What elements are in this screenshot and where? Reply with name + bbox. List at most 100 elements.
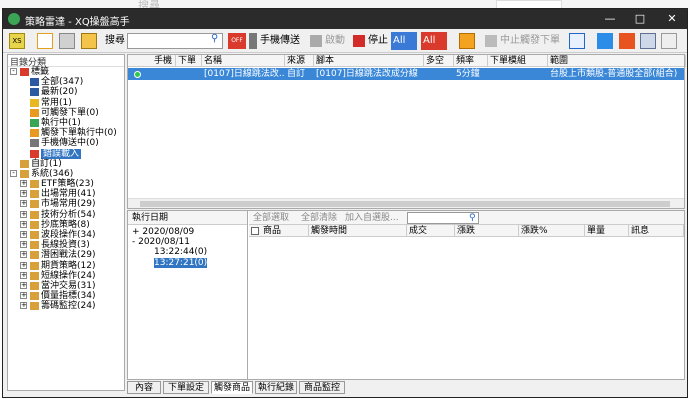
tree-item[interactable]: + ETF策略(23) [8, 179, 124, 189]
maximize-button[interactable]: □ [625, 9, 655, 29]
tree-item[interactable]: 手機傳送中(0) [8, 138, 124, 148]
execution-date-label: 2020/08/09 [142, 227, 195, 237]
close-button[interactable]: ✕ [657, 9, 687, 29]
expand-icon[interactable]: + [20, 292, 27, 300]
column-header[interactable]: 腳本 [314, 55, 424, 67]
save-icon[interactable] [640, 33, 656, 49]
tab-4[interactable]: 商品監控 [299, 381, 345, 394]
order-icon[interactable] [459, 33, 475, 49]
results-column-header[interactable]: 單量 [585, 225, 629, 237]
collapse-icon[interactable]: - [10, 68, 17, 75]
column-header[interactable]: 下單模組 [488, 55, 548, 67]
export-icon[interactable] [619, 33, 635, 49]
results-column-header[interactable]: 成交 [407, 225, 455, 237]
results-search-icon[interactable]: ⚲ [469, 211, 476, 225]
expand-icon[interactable]: + [20, 200, 27, 208]
start-all-label: All [393, 35, 406, 46]
open-folder-icon[interactable] [81, 33, 97, 49]
delete-icon[interactable] [59, 33, 75, 49]
tree-item[interactable]: + 長線投資(3) [8, 240, 124, 250]
collapse-icon[interactable]: - [10, 169, 17, 177]
select-all-button[interactable]: 全部選取 [253, 211, 289, 225]
tree-item[interactable]: + 市場常用(29) [8, 199, 124, 209]
off-toggle-icon[interactable]: OFF [228, 33, 246, 49]
tree-item[interactable]: + 當沖交易(31) [8, 281, 124, 291]
xs-script-icon[interactable]: XS [9, 33, 25, 49]
results-column-header[interactable]: 漲跌 [455, 225, 519, 237]
tab-0[interactable]: 內容 [127, 381, 161, 394]
expand-icon[interactable]: + [20, 180, 27, 188]
results-column-header[interactable]: 漲跌% [519, 225, 585, 237]
error-icon [30, 149, 39, 158]
results-column-header[interactable]: 觸發時間 [309, 225, 407, 237]
settings-icon[interactable] [661, 33, 677, 49]
stop-button[interactable]: 停止 [352, 32, 388, 50]
strategy-row[interactable]: [0107]日線跳法改... 自訂 [0107]日線跳法改成分線 5分鐘 台股上市類股-… [128, 68, 684, 80]
stop-all-button[interactable]: All [421, 32, 447, 50]
expand-icon[interactable]: + [20, 302, 27, 310]
expand-icon[interactable]: + [20, 261, 27, 269]
search-icon[interactable]: ⚲ [211, 33, 218, 44]
tree-item[interactable]: 自訂(1) [8, 159, 124, 169]
monitor-icon[interactable] [569, 33, 585, 49]
tree-item[interactable]: + 波段操作(34) [8, 230, 124, 240]
tree-item[interactable]: 全部(347) [8, 77, 124, 87]
clear-all-button[interactable]: 全部清除 [301, 211, 337, 225]
tree-item[interactable]: 最新(20) [8, 87, 124, 97]
execution-date-item[interactable]: - 2020/08/11 [132, 237, 190, 247]
column-header[interactable]: 頻率 [454, 55, 488, 67]
tree-item[interactable]: + 籌碼監控(24) [8, 301, 124, 311]
results-column-header[interactable]: 訊息 [629, 225, 684, 237]
expand-icon[interactable]: + [20, 281, 27, 289]
tree-item[interactable]: + 價量指標(34) [8, 291, 124, 301]
results-column-header[interactable]: 商品 [261, 225, 309, 237]
horizontal-scrollbar[interactable] [128, 198, 684, 208]
expand-icon[interactable]: + [20, 231, 27, 238]
search-input[interactable] [127, 33, 223, 49]
tree-item[interactable]: + 抄底策略(8) [8, 220, 124, 230]
column-header[interactable]: 名稱 [202, 55, 285, 67]
new-strategy-icon[interactable] [37, 33, 53, 49]
tree-item[interactable]: 常用(1) [8, 98, 124, 108]
manual-send-button[interactable]: 手機傳送 [260, 32, 300, 50]
expand-icon[interactable]: + [20, 271, 27, 279]
execution-time-item[interactable]: 13:27:21(0) [154, 258, 208, 268]
column-header[interactable]: 多空 [424, 55, 454, 67]
expand-icon[interactable]: + [20, 251, 27, 259]
tree-item[interactable]: 執行中(1) [8, 118, 124, 128]
stop-order-button[interactable]: 中止觸發下單 [484, 32, 560, 50]
execution-time-item[interactable]: 13:22:44(0) [154, 247, 207, 257]
import-icon[interactable] [597, 33, 613, 49]
select-all-checkbox[interactable] [251, 227, 259, 235]
tab-2[interactable]: 觸發商品 [211, 381, 253, 394]
tree-item[interactable]: 觸發下單執行中(0) [8, 128, 124, 138]
tree-item[interactable]: + 潛困戰法(29) [8, 250, 124, 260]
tab-1[interactable]: 下單設定 [163, 381, 209, 394]
column-header[interactable]: 來源 [285, 55, 314, 67]
add-to-watchlist-button[interactable]: 加入自選股... [345, 211, 399, 225]
expand-icon[interactable]: + [20, 190, 27, 198]
tree-item[interactable]: - 系統(346) [8, 169, 124, 179]
scrollbar-thumb[interactable] [140, 201, 670, 207]
strategy-grid-header: 手機 下單 名稱 來源 腳本 多空 頻率 下單模組 範圍 [128, 55, 686, 67]
expand-icon[interactable]: + [132, 227, 142, 237]
tree-item[interactable]: 可觸發下單(0) [8, 108, 124, 118]
tree-item[interactable]: + 期貨策略(12) [8, 261, 124, 271]
start-button[interactable]: 啟動 [309, 32, 345, 50]
expand-icon[interactable]: + [20, 241, 27, 249]
expand-icon[interactable]: + [20, 220, 27, 228]
column-header[interactable]: 下單 [176, 55, 202, 67]
tab-3[interactable]: 執行紀錄 [255, 381, 297, 394]
tree-item[interactable]: + 短線操作(24) [8, 271, 124, 281]
tree-item-label: 最新(20) [41, 87, 78, 98]
tree-item[interactable]: + 技術分析(54) [8, 210, 124, 220]
start-all-button[interactable]: All [391, 32, 417, 50]
execution-date-item[interactable]: + 2020/08/09 [132, 227, 194, 237]
tree-item[interactable]: 錯誤載入 [8, 148, 124, 159]
minimize-button[interactable]: — [595, 9, 625, 29]
column-header[interactable]: 手機 [152, 55, 176, 67]
tree-item[interactable]: - 標籤 [8, 67, 124, 77]
column-header[interactable]: 範圍 [548, 55, 686, 67]
tree-item[interactable]: + 出場常用(41) [8, 189, 124, 199]
expand-icon[interactable]: + [20, 210, 27, 218]
